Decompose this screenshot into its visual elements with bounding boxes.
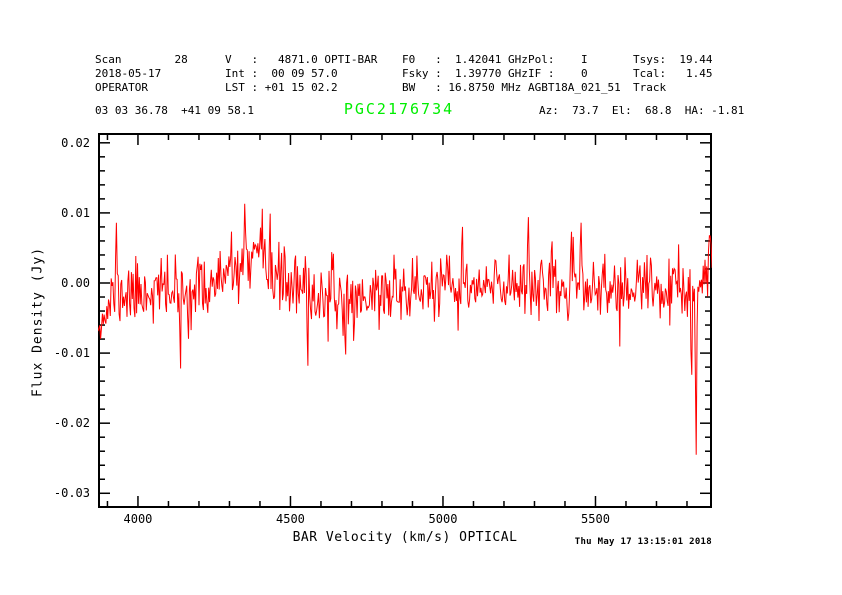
x-tick-label: 5500 — [581, 512, 610, 526]
header-lst: LST : +01 15 02.2 — [225, 82, 338, 94]
x-tick-label: 5000 — [429, 512, 458, 526]
header-bw: BW : 16.8750 MHz — [402, 82, 521, 94]
header-pol: Pol: I — [528, 54, 588, 66]
header-fsky: Fsky : 1.39770 GHz — [402, 68, 528, 80]
header-scan: Scan 28 — [95, 54, 188, 66]
az-el-ha-readout: Az: 73.7 El: 68.8 HA: -1.81 — [539, 104, 744, 117]
header-int: Int : 00 09 57.0 — [225, 68, 338, 80]
header-tcal: Tcal: 1.45 — [633, 68, 712, 80]
header-f0: F0 : 1.42041 GHz — [402, 54, 528, 66]
header-if: IF : 0 — [528, 68, 588, 80]
x-axis-title: BAR Velocity (km/s) OPTICAL — [293, 530, 518, 545]
y-tick-label: -0.03 — [30, 486, 90, 500]
header-project: AGBT18A_021_51 — [528, 82, 621, 94]
source-name: PGC2176734 — [344, 100, 454, 118]
x-tick-label: 4000 — [124, 512, 153, 526]
plot-timestamp: Thu May 17 13:15:01 2018 — [575, 537, 712, 547]
y-axis-title: Flux Density (Jy) — [31, 247, 46, 397]
y-tick-label: 0.02 — [30, 136, 90, 150]
y-tick-label: 0.00 — [30, 276, 90, 290]
spectrum-plot — [98, 133, 712, 508]
header-date: 2018-05-17 — [95, 68, 161, 80]
x-tick-label: 4500 — [276, 512, 305, 526]
header-procedure: Track — [633, 82, 666, 94]
ra-dec-coordinates: 03 03 36.78 +41 09 58.1 — [95, 104, 254, 117]
y-tick-label: -0.01 — [30, 346, 90, 360]
header-velocity: V : 4871.0 OPTI-BAR — [225, 54, 377, 66]
y-tick-label: 0.01 — [30, 206, 90, 220]
spectrum-plot-window: Scan 28 V : 4871.0 OPTI-BAR F0 : 1.42041… — [0, 0, 842, 595]
y-tick-label: -0.02 — [30, 416, 90, 430]
header-tsys: Tsys: 19.44 — [633, 54, 712, 66]
header-observer: OPERATOR — [95, 82, 148, 94]
